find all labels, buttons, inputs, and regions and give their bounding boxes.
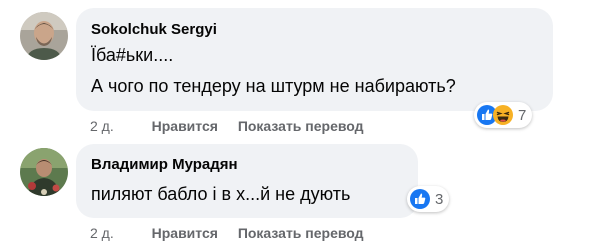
comment-timestamp[interactable]: 2 д. xyxy=(90,118,114,134)
comment-actions: 2 д. Нравится Показать перевод xyxy=(90,118,364,134)
comment-bubble: Владимир Мурадян пиляют бабло і в х...й … xyxy=(76,144,418,218)
comment-timestamp[interactable]: 2 д. xyxy=(90,225,114,241)
comment-author[interactable]: Sokolchuk Sergyi xyxy=(91,21,217,38)
haha-icon xyxy=(493,105,513,125)
comment-text: А чого по тендеру на штурм не набирають? xyxy=(91,76,456,96)
comment-actions: 2 д. Нравится Показать перевод xyxy=(90,225,364,241)
translate-button[interactable]: Показать перевод xyxy=(238,118,364,134)
reaction-count: 3 xyxy=(435,190,444,208)
avatar[interactable] xyxy=(20,12,68,60)
translate-button[interactable]: Показать перевод xyxy=(238,225,364,241)
like-icon xyxy=(410,189,430,209)
reaction-summary[interactable]: 7 xyxy=(474,102,533,128)
reaction-summary[interactable]: 3 xyxy=(407,186,450,212)
like-button[interactable]: Нравится xyxy=(152,118,218,134)
avatar[interactable] xyxy=(20,148,68,196)
comment-item: Sokolchuk Sergyi Їба#ьки.... А чого по т… xyxy=(0,0,600,140)
comment-bubble: Sokolchuk Sergyi Їба#ьки.... А чого по т… xyxy=(76,8,553,111)
comment-author[interactable]: Владимир Мурадян xyxy=(91,156,238,173)
comment-text: Їба#ьки.... xyxy=(91,45,174,65)
reaction-count: 7 xyxy=(518,106,527,124)
comment-item: Владимир Мурадян пиляют бабло і в х...й … xyxy=(0,140,600,252)
like-button[interactable]: Нравится xyxy=(152,225,218,241)
comment-text: пиляют бабло і в х...й не дують xyxy=(91,184,351,204)
